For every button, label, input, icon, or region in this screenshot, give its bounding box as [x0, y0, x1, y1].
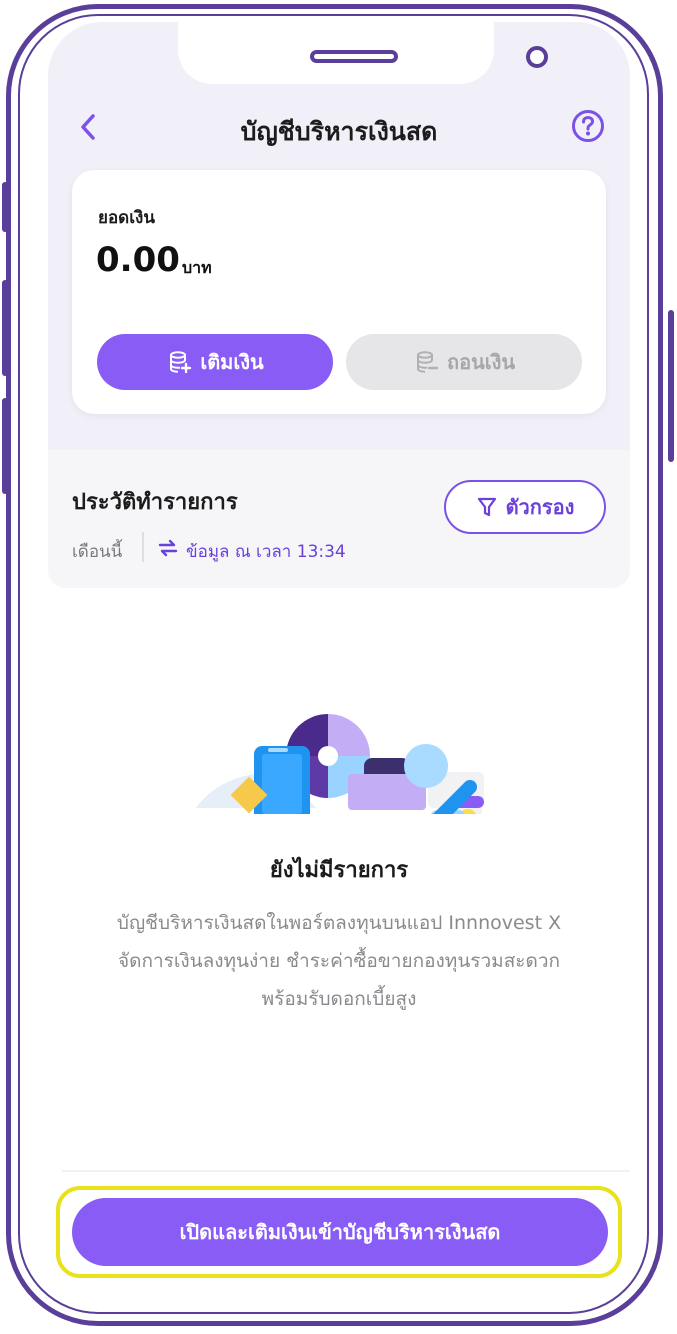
withdraw-label: ถอนเงิน	[446, 350, 516, 374]
funnel-icon	[476, 496, 498, 518]
period-label: เดือนนี้	[72, 542, 123, 562]
last-updated-text: ข้อมูล ณ เวลา 13:34	[186, 542, 346, 562]
topup-button[interactable]: เติมเงิน	[97, 334, 333, 390]
app-screen: บัญชีบริหารเงินสด ยอดเงิน 0.00 บาท เติมเ…	[48, 22, 630, 1308]
help-button[interactable]	[570, 108, 606, 144]
history-title: ประวัติทำรายการ	[72, 490, 238, 515]
divider	[142, 532, 144, 562]
balance-unit: บาท	[182, 258, 212, 277]
bottom-divider	[62, 1170, 630, 1172]
phone-side-button	[2, 182, 8, 232]
phone-side-button	[2, 398, 8, 494]
page-title: บัญชีบริหารเงินสด	[240, 117, 438, 146]
empty-state-illustration	[196, 714, 484, 814]
history-header: ประวัติทำรายการ ตัวกรอง เดือนนี้ ข้อมูล …	[48, 450, 630, 588]
phone-side-button	[668, 310, 674, 462]
balance-amount: 0.00	[96, 240, 180, 280]
speaker-grille	[310, 50, 398, 63]
description-line: จัดการเงินลงทุนง่าย ชำระค่าซื้อขายกองทุน…	[117, 950, 561, 972]
filter-label: ตัวกรอง	[505, 495, 575, 519]
description-line: พร้อมรับดอกเบี้ยสูง	[261, 988, 417, 1010]
balance-label: ยอดเงิน	[98, 208, 155, 228]
empty-state-description: บัญชีบริหารเงินสดในพอร์ตลงทุนบนแอป Innno…	[72, 904, 606, 1018]
refresh-icon[interactable]	[156, 536, 180, 560]
coins-minus-icon	[413, 350, 439, 374]
balance-card: ยอดเงิน 0.00 บาท เติมเงิน ถอนเงิน	[72, 170, 606, 414]
front-camera	[526, 46, 548, 68]
chevron-left-icon	[81, 114, 95, 140]
withdraw-button[interactable]: ถอนเงิน	[346, 334, 582, 390]
phone-side-button	[2, 280, 8, 376]
question-circle-icon	[572, 110, 604, 142]
filter-button[interactable]: ตัวกรอง	[444, 480, 606, 534]
coins-plus-icon	[166, 350, 192, 374]
back-button[interactable]	[74, 110, 104, 144]
topup-label: เติมเงิน	[200, 350, 264, 374]
phone-notch	[178, 22, 548, 84]
description-line: บัญชีบริหารเงินสดในพอร์ตลงทุนบนแอป Innno…	[116, 912, 562, 934]
empty-state-title: ยังไม่มีรายการ	[269, 858, 409, 883]
open-and-topup-button[interactable]: เปิดและเติมเงินเข้าบัญชีบริหารเงินสด	[72, 1198, 608, 1266]
